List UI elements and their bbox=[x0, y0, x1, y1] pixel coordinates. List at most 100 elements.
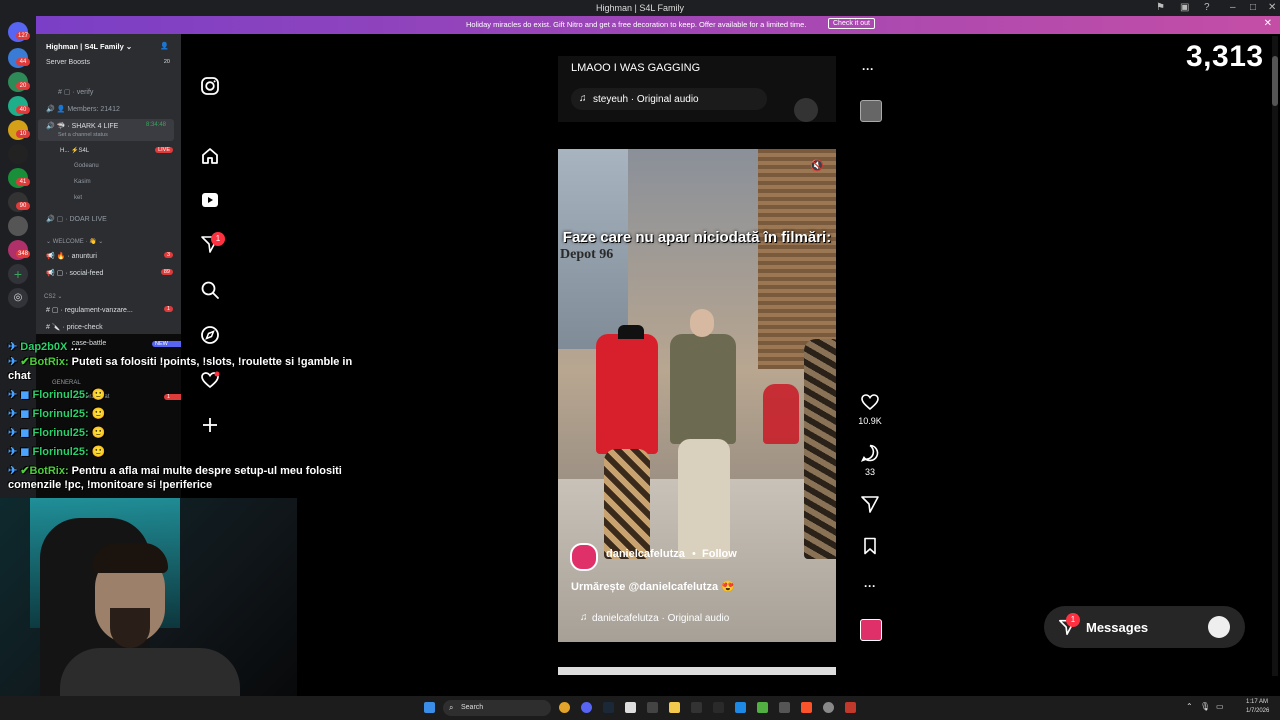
streamer-hair bbox=[92, 543, 168, 573]
maximize-button[interactable]: □ bbox=[1250, 2, 1256, 13]
network-icon[interactable]: ▭ bbox=[1216, 702, 1224, 711]
server-icon[interactable] bbox=[8, 216, 28, 236]
app-icon[interactable] bbox=[845, 702, 856, 713]
server-icon[interactable] bbox=[8, 144, 28, 164]
voice-user[interactable]: Kasim bbox=[74, 179, 91, 185]
unread-count: 89 bbox=[160, 269, 173, 275]
banner-button[interactable]: Check it out bbox=[828, 18, 875, 29]
voice-user[interactable]: H... ⚡S4L bbox=[60, 147, 89, 154]
close-button[interactable]: ✕ bbox=[1268, 2, 1276, 13]
author-username[interactable]: danielcafelutza bbox=[606, 548, 685, 560]
voice-user[interactable]: ket bbox=[74, 195, 82, 201]
category-welcome[interactable]: ⌄ WELCOME · 👋 ⌄ bbox=[46, 238, 103, 245]
channel-regulament[interactable]: # ▢ · regulament-vanzare... bbox=[46, 306, 133, 314]
category-label: WELCOME bbox=[52, 239, 84, 245]
help-icon[interactable]: ? bbox=[1204, 2, 1210, 13]
more-options-icon[interactable]: ··· bbox=[860, 579, 880, 593]
xbox-icon[interactable] bbox=[757, 702, 768, 713]
comment-count: 33 bbox=[864, 467, 875, 477]
channel-status-hint[interactable]: Set a channel status bbox=[58, 132, 108, 138]
notification-badge: 1 bbox=[211, 232, 225, 246]
inbox-icon[interactable]: ⚑ bbox=[1156, 2, 1165, 13]
reel-audio[interactable]: danielcafelutza · Original audio bbox=[592, 613, 729, 624]
badge-icon: ✈ ◼ bbox=[8, 427, 30, 439]
comment-icon[interactable] bbox=[860, 443, 880, 463]
home-icon[interactable] bbox=[200, 146, 220, 166]
messages-button[interactable]: 1 Messages bbox=[1044, 606, 1245, 648]
channel-label: social-feed bbox=[69, 270, 104, 277]
reels-icon[interactable] bbox=[200, 190, 220, 210]
streamer-shirt bbox=[60, 648, 240, 696]
app-icon[interactable] bbox=[647, 702, 658, 713]
category-cs2[interactable]: CS2 ⌄ bbox=[44, 293, 62, 300]
bot-badge-icon: ✔ bbox=[20, 465, 30, 477]
unread-badge: 127 bbox=[16, 32, 30, 40]
app-icon[interactable] bbox=[779, 702, 790, 713]
app-icon[interactable] bbox=[625, 702, 636, 713]
file-explorer-icon[interactable] bbox=[669, 702, 680, 713]
discord-icon[interactable] bbox=[581, 702, 592, 713]
channel-social-feed[interactable]: 📢 ▢ · social-feed bbox=[46, 269, 103, 277]
channel-shark[interactable]: 🔊 🦈 · SHARK 4 LIFE bbox=[46, 122, 118, 130]
person-pants bbox=[678, 439, 730, 559]
add-member-icon[interactable]: 👤 bbox=[160, 42, 169, 50]
previous-reel-audio[interactable]: ♫ steyeuh · Original audio bbox=[571, 88, 767, 110]
more-options-icon[interactable]: ··· bbox=[862, 62, 874, 76]
screen-icon[interactable]: ▣ bbox=[1180, 2, 1189, 13]
scrollbar-thumb[interactable] bbox=[1272, 56, 1278, 106]
unread-badge: 20 bbox=[16, 82, 30, 90]
app-icon[interactable] bbox=[735, 702, 746, 713]
channel-label: verify bbox=[76, 89, 94, 96]
search-icon[interactable] bbox=[200, 280, 220, 300]
chat-user: Florinul25: bbox=[32, 446, 89, 458]
save-icon[interactable] bbox=[860, 536, 880, 556]
app-icon[interactable] bbox=[691, 702, 702, 713]
audio-thumbnail[interactable] bbox=[860, 619, 882, 641]
server-boosts[interactable]: Server Boosts bbox=[46, 59, 90, 66]
taskbar-search[interactable]: ⌕ Search bbox=[443, 700, 551, 716]
unread-count: 3 bbox=[163, 252, 173, 258]
channel-doar-live[interactable]: 🔊 ▢ · DOAR LIVE bbox=[46, 215, 107, 223]
emoji-icon: 🙂 bbox=[91, 446, 106, 458]
badge-icon: ✈ ◼ bbox=[8, 446, 30, 458]
brave-icon[interactable] bbox=[801, 702, 812, 713]
clock-time[interactable]: 1:17 AM bbox=[1246, 699, 1268, 705]
like-count: 10.9K bbox=[858, 416, 882, 426]
audio-avatar[interactable] bbox=[794, 98, 818, 122]
badge-icon: ✈ bbox=[8, 465, 18, 477]
avatar bbox=[1208, 616, 1230, 638]
unread-badge: 41 bbox=[16, 178, 30, 186]
app-icon[interactable] bbox=[823, 702, 834, 713]
author-avatar[interactable] bbox=[570, 543, 598, 571]
chat-user: Dap2b0X bbox=[20, 341, 68, 353]
tray-chevron-icon[interactable]: ⌃ bbox=[1186, 702, 1193, 711]
server-name[interactable]: Highman | S4L Family ⌄ bbox=[46, 42, 132, 51]
next-reel-edge[interactable] bbox=[558, 667, 836, 675]
banner-close-icon[interactable]: ✕ bbox=[1264, 18, 1272, 29]
channel-price-check[interactable]: # 🔪 · price-check bbox=[46, 323, 103, 331]
store-sign: Depot 96 bbox=[560, 247, 614, 262]
scrollbar[interactable] bbox=[1272, 36, 1278, 676]
minimize-button[interactable]: – bbox=[1230, 2, 1236, 13]
instagram-logo-icon[interactable] bbox=[200, 76, 220, 96]
mute-icon[interactable]: 🔇 bbox=[810, 159, 824, 172]
reel-video[interactable]: Depot 96 Faze care nu apar niciodată în … bbox=[558, 149, 836, 642]
app-icon[interactable] bbox=[713, 702, 724, 713]
windows-start-icon[interactable] bbox=[424, 702, 435, 713]
clock-date[interactable]: 1/7/2026 bbox=[1246, 708, 1269, 714]
bald-head bbox=[690, 309, 714, 337]
mic-icon[interactable]: 🎙 bbox=[1200, 702, 1210, 711]
voice-user[interactable]: Godeanu bbox=[74, 163, 99, 169]
add-server-icon[interactable]: + bbox=[8, 264, 28, 284]
like-icon[interactable] bbox=[860, 392, 880, 412]
discover-icon[interactable]: ◎ bbox=[8, 288, 28, 308]
steam-icon[interactable] bbox=[603, 702, 614, 713]
audio-thumbnail[interactable] bbox=[860, 100, 882, 122]
channel-verify[interactable]: # ▢ · verify bbox=[58, 88, 93, 96]
channel-anunturi[interactable]: 📢 🔥 · anunturi bbox=[46, 252, 97, 260]
follow-button[interactable]: Follow bbox=[702, 548, 737, 560]
share-icon[interactable] bbox=[860, 494, 880, 514]
previous-reel-card[interactable]: LMAOO I WAS GAGGING ♫ steyeuh · Original… bbox=[558, 56, 836, 122]
server-name-label: Highman | S4L Family bbox=[46, 42, 124, 51]
chrome-icon[interactable] bbox=[559, 702, 570, 713]
